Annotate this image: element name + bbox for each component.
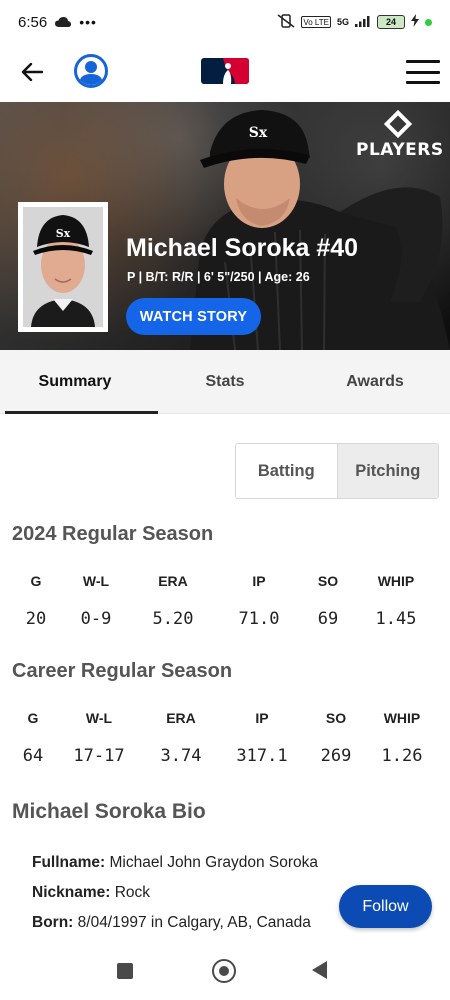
menu-button[interactable] <box>406 60 440 84</box>
player-tabs: Summary Stats Awards <box>0 350 450 414</box>
diamond-icon <box>383 109 413 139</box>
watch-story-button[interactable]: WATCH STORY <box>126 298 261 335</box>
stat-header: ERA <box>158 573 188 589</box>
network-label: 5G <box>336 17 349 27</box>
system-nav-bar <box>0 948 450 1000</box>
hamburger-menu-icon <box>406 60 440 63</box>
stat-header: WHIP <box>383 710 421 726</box>
status-dot <box>425 18 432 26</box>
stat-header: SO <box>317 573 339 589</box>
volte-badge: Vo LTE <box>301 16 331 28</box>
bio-label: Fullname: <box>32 854 106 871</box>
arrow-left-icon <box>21 63 43 81</box>
follow-button[interactable]: Follow <box>339 885 432 928</box>
svg-text:Sx: Sx <box>249 125 268 141</box>
app-header <box>0 44 450 102</box>
stat-value: 71.0 <box>238 609 280 629</box>
status-bar: 6:56 ••• Vo LTE 5G 24 <box>0 0 450 44</box>
stat-header: G <box>30 573 42 589</box>
batting-option[interactable]: Batting <box>236 444 337 498</box>
stat-header: IP <box>255 710 269 726</box>
stat-value: 317.1 <box>236 746 288 766</box>
stat-value: 1.26 <box>381 746 423 766</box>
cloud-icon <box>55 14 72 31</box>
tab-summary[interactable]: Summary <box>0 350 158 414</box>
user-circle-icon <box>79 61 103 85</box>
player-meta: P | B/T: R/R | 6' 5"/250 | Age: 26 <box>127 270 310 284</box>
vibrate-off-icon <box>277 13 295 31</box>
season-title: 2024 Regular Season <box>12 523 214 545</box>
stat-header: G <box>27 710 39 726</box>
bio-value: 8/04/1997 in Calgary, AB, Canada <box>77 914 311 931</box>
bio-born: Born: 8/04/1997 in Calgary, AB, Canada <box>32 914 311 932</box>
stat-value: 20 <box>25 609 47 629</box>
stat-header: W-L <box>82 573 110 589</box>
stat-header: IP <box>252 573 266 589</box>
players-word: PLAYERS <box>356 140 444 160</box>
stat-value: 69 <box>317 609 339 629</box>
player-name: Michael Soroka #40 <box>126 234 359 262</box>
profile-button[interactable] <box>74 54 108 88</box>
stat-header: ERA <box>166 710 196 726</box>
stat-value: 64 <box>22 746 44 766</box>
stat-value: 17-17 <box>73 746 125 766</box>
recent-apps-icon[interactable] <box>117 963 133 979</box>
batting-pitching-toggle: Batting Pitching <box>235 443 439 499</box>
stat-value: 269 <box>320 746 352 766</box>
back-button[interactable] <box>18 58 46 86</box>
stat-header: SO <box>325 710 347 726</box>
bio-value: Michael John Graydon Soroka <box>109 854 319 871</box>
back-triangle-icon[interactable] <box>312 961 327 979</box>
bio-title: Michael Soroka Bio <box>12 800 206 823</box>
pitching-option[interactable]: Pitching <box>336 444 438 498</box>
tab-stats[interactable]: Stats <box>150 350 300 413</box>
player-hero: Sx PLAYERS Sx Michael Soroka #40 P | B/T… <box>0 102 450 350</box>
career-title: Career Regular Season <box>12 660 233 682</box>
bio-value: Rock <box>114 884 151 901</box>
status-time: 6:56 <box>18 13 48 31</box>
bio-label: Born: <box>32 914 74 931</box>
stat-header: W-L <box>85 710 113 726</box>
charging-icon <box>411 14 419 30</box>
home-icon[interactable] <box>212 959 236 983</box>
battery-icon: 24 <box>377 15 405 29</box>
bio-label: Nickname: <box>32 884 111 901</box>
menu-line <box>406 70 440 74</box>
bio-fullname: Fullname: Michael John Graydon Soroka <box>32 854 318 872</box>
bio-nickname: Nickname: Rock <box>32 884 150 902</box>
players-brand-logo: PLAYERS <box>356 109 444 162</box>
mlb-logo[interactable] <box>201 58 249 84</box>
stat-value: 1.45 <box>375 609 417 629</box>
stat-value: 0-9 <box>80 609 112 629</box>
player-headshot: Sx <box>18 202 108 332</box>
stat-value: 3.74 <box>160 746 202 766</box>
stat-value: 5.20 <box>152 609 194 629</box>
signal-icon <box>355 15 371 30</box>
tab-awards[interactable]: Awards <box>300 350 450 413</box>
menu-line <box>406 81 440 84</box>
svg-text:Sx: Sx <box>56 227 71 240</box>
more-icon: ••• <box>79 14 97 30</box>
stat-header: WHIP <box>377 573 415 589</box>
